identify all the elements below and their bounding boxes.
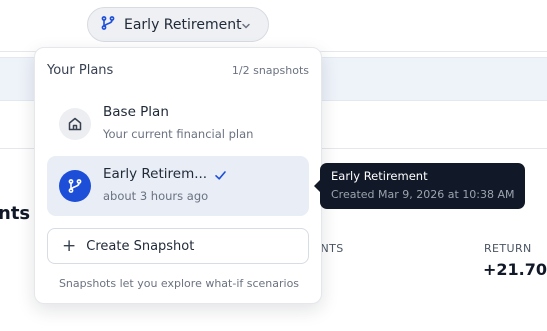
return-value: +21.70% xyxy=(483,260,547,279)
plan-name: Early Retirem... xyxy=(103,166,208,182)
plan-selector-button[interactable]: Early Retirement xyxy=(87,7,269,42)
dropdown-title: Your Plans xyxy=(47,63,114,78)
plan-name: Base Plan xyxy=(103,104,169,120)
tooltip-subtitle: Created Mar 9, 2026 at 10:38 AM xyxy=(331,188,515,201)
plan-item-base[interactable]: Base Plan Your current financial plan xyxy=(47,94,309,154)
tooltip-title: Early Retirement xyxy=(331,169,428,183)
column-label-return: RETURN xyxy=(484,242,532,255)
home-icon xyxy=(59,108,91,140)
top-bar xyxy=(0,0,547,52)
plan-subtitle: Your current financial plan xyxy=(103,127,254,141)
plan-selector-label: Early Retirement xyxy=(124,16,242,33)
plan-item-early-retirement[interactable]: Early Retirem... about 3 hours ago xyxy=(47,156,309,216)
plus-icon: + xyxy=(62,235,77,256)
create-snapshot-label: Create Snapshot xyxy=(86,238,195,254)
chevron-down-icon xyxy=(240,17,252,36)
check-icon xyxy=(214,167,227,186)
plan-subtitle: about 3 hours ago xyxy=(103,189,209,203)
plans-dropdown: Your Plans 1/2 snapshots Base Plan Your … xyxy=(34,47,322,304)
branch-icon xyxy=(59,170,91,202)
plan-tooltip: Early Retirement Created Mar 9, 2026 at … xyxy=(314,163,525,209)
dropdown-footer-hint: Snapshots let you explore what-if scenar… xyxy=(58,277,300,290)
section-heading: nts xyxy=(0,203,31,224)
create-snapshot-button[interactable]: + Create Snapshot xyxy=(47,228,309,264)
branch-icon xyxy=(100,15,116,35)
snapshot-count: 1/2 snapshots xyxy=(231,64,309,77)
